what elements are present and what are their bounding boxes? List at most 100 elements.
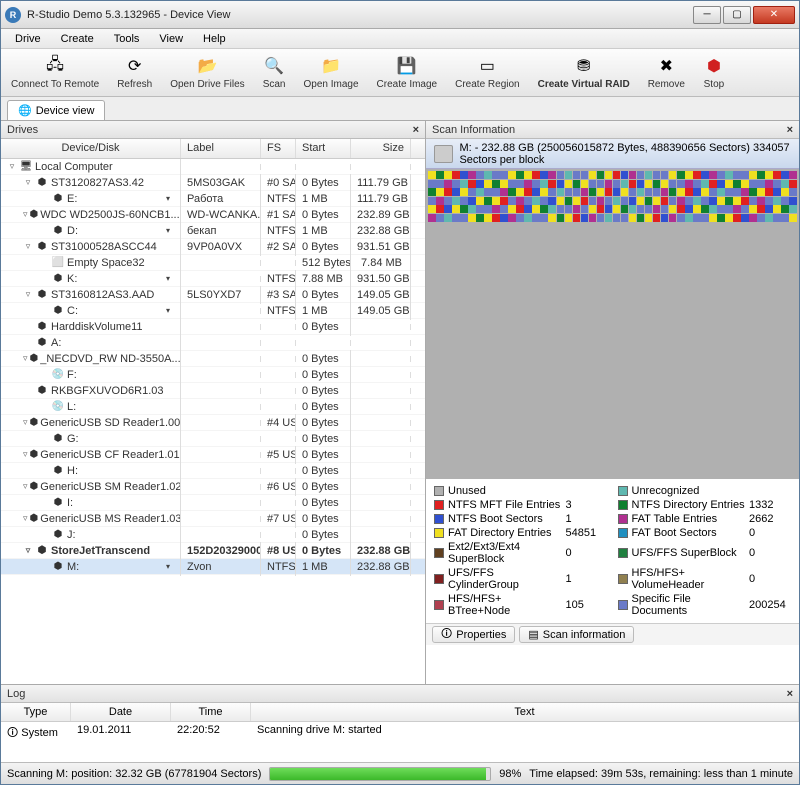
cell-label <box>181 164 261 170</box>
chevron-down-icon[interactable]: ▾ <box>166 194 174 203</box>
legend-name: HFS/HFS+ VolumeHeader <box>632 567 746 591</box>
remove-button[interactable]: ✖Remove <box>644 53 689 92</box>
expand-icon[interactable]: ▿ <box>23 545 33 556</box>
col-start[interactable]: Start <box>296 139 351 158</box>
expand-icon[interactable]: ▿ <box>23 289 33 300</box>
drive-icon: ⬢ <box>35 545 49 556</box>
legend-item: HFS/HFS+ VolumeHeader0 <box>618 567 792 591</box>
open-image-icon: 📁 <box>320 55 342 77</box>
expand-icon[interactable]: ▿ <box>23 177 33 188</box>
expand-icon[interactable]: ▿ <box>7 161 17 172</box>
col-size[interactable]: Size <box>351 139 411 158</box>
app-icon: R <box>5 7 21 23</box>
menu-view[interactable]: View <box>151 31 191 47</box>
expand-icon[interactable]: ▿ <box>23 241 33 252</box>
open-image-button[interactable]: 📁Open Image <box>299 53 362 92</box>
connect-to-remote-button[interactable]: 🖧Connect To Remote <box>7 53 103 92</box>
cell-fs: #7 USB <box>261 510 296 528</box>
menu-help[interactable]: Help <box>195 31 234 47</box>
col-fs[interactable]: FS <box>261 139 296 158</box>
expand-icon[interactable]: ▿ <box>23 417 28 428</box>
cell-fs <box>261 436 296 442</box>
stop-button[interactable]: ⬢Stop <box>699 53 729 92</box>
menu-create[interactable]: Create <box>53 31 102 47</box>
expand-icon[interactable]: ▿ <box>23 353 28 364</box>
log-time: 22:20:52 <box>171 723 251 744</box>
col-text[interactable]: Text <box>251 703 799 721</box>
drive-name: K: <box>67 273 77 285</box>
tab-scan-information[interactable]: ▤Scan information <box>519 626 634 643</box>
drive-name: ST31000528ASCC44 <box>51 241 157 253</box>
create-region-button[interactable]: ▭Create Region <box>451 53 523 92</box>
create-image-button[interactable]: 💾Create Image <box>373 53 442 92</box>
scan-map[interactable] <box>426 169 799 479</box>
status-percent: 98% <box>499 768 521 780</box>
col-label[interactable]: Label <box>181 139 261 158</box>
legend-name: Ext2/Ext3/Ext4 SuperBlock <box>448 541 562 565</box>
globe-icon: 🌐 <box>18 104 32 117</box>
chevron-down-icon[interactable]: ▾ <box>166 306 174 315</box>
scan-pane: Scan Information × M: - 232.88 GB (25005… <box>426 121 799 684</box>
col-date[interactable]: Date <box>71 703 171 721</box>
drive-icon: ⬢ <box>35 177 49 188</box>
create-virtual-raid-button[interactable]: ⛃Create Virtual RAID <box>534 53 634 92</box>
cell-label <box>181 260 261 266</box>
minimize-button[interactable]: ─ <box>693 6 721 24</box>
log-date: 19.01.2011 <box>71 723 171 744</box>
legend-item: UFS/FFS CylinderGroup1 <box>434 567 608 591</box>
refresh-button[interactable]: ⟳Refresh <box>113 53 156 92</box>
drive-name: G: <box>67 433 79 445</box>
properties-icon: 🛈 <box>441 625 452 644</box>
drive-icon: ⬢ <box>51 193 65 204</box>
cell-fs <box>261 500 296 506</box>
cell-fs <box>261 532 296 538</box>
expand-icon[interactable]: ▿ <box>23 481 28 492</box>
tab-properties[interactable]: 🛈Properties <box>432 626 515 643</box>
col-time[interactable]: Time <box>171 703 251 721</box>
chevron-down-icon[interactable]: ▾ <box>166 562 174 571</box>
stop-icon: ⬢ <box>703 55 725 77</box>
chevron-down-icon[interactable]: ▾ <box>166 226 174 235</box>
col-type[interactable]: Type <box>1 703 71 721</box>
close-icon[interactable]: × <box>787 124 793 136</box>
log-row[interactable]: 🛈 System 19.01.2011 22:20:52 Scanning dr… <box>1 722 799 745</box>
drive-tree[interactable]: ▿🖥Local Computer▿⬢ST3120827AS3.425MS03GA… <box>1 159 425 684</box>
col-device[interactable]: Device/Disk <box>1 139 181 158</box>
cell-fs: #4 USB <box>261 414 296 432</box>
cell-fs: NTFS <box>261 302 296 320</box>
legend-name: FAT Boot Sectors <box>632 527 746 539</box>
drive-row[interactable]: ⬢M:▾ZvonNTFS1 MB232.88 GB <box>1 559 425 575</box>
tab-device-view[interactable]: 🌐 Device view <box>7 100 105 120</box>
legend-name: UFS/FFS CylinderGroup <box>448 567 562 591</box>
maximize-button[interactable]: ▢ <box>723 6 751 24</box>
drives-title: Drives <box>7 124 38 136</box>
legend-color <box>434 486 444 496</box>
scan-button[interactable]: 🔍Scan <box>259 53 290 92</box>
toolbar-label: Connect To Remote <box>11 79 99 90</box>
cell-label <box>181 276 261 282</box>
drive-icon: ⬢ <box>30 417 39 428</box>
legend-item: NTFS Directory Entries1332 <box>618 499 792 511</box>
legend-name: NTFS Directory Entries <box>632 499 746 511</box>
cell-label: Zvon <box>181 558 261 576</box>
legend-color <box>434 600 444 610</box>
cell-size <box>351 420 411 426</box>
legend-name: FAT Directory Entries <box>448 527 562 539</box>
close-icon[interactable]: × <box>413 124 419 136</box>
expand-icon[interactable]: ▿ <box>23 449 28 460</box>
cell-label <box>181 468 261 474</box>
drive-name: HarddiskVolume11 <box>51 321 143 333</box>
menu-drive[interactable]: Drive <box>7 31 49 47</box>
cell-size <box>351 164 411 170</box>
toolbar-label: Create Virtual RAID <box>538 79 630 90</box>
legend-item: Specific File Documents200254 <box>618 593 792 617</box>
expand-icon[interactable]: ▿ <box>23 513 28 524</box>
menu-tools[interactable]: Tools <box>106 31 148 47</box>
close-button[interactable]: ✕ <box>753 6 795 24</box>
legend-value: 0 <box>749 527 791 539</box>
close-icon[interactable]: × <box>787 688 793 700</box>
expand-icon[interactable]: ▿ <box>23 209 28 220</box>
chevron-down-icon[interactable]: ▾ <box>166 274 174 283</box>
legend-color <box>618 514 628 524</box>
open-drive-files-button[interactable]: 📂Open Drive Files <box>166 53 248 92</box>
